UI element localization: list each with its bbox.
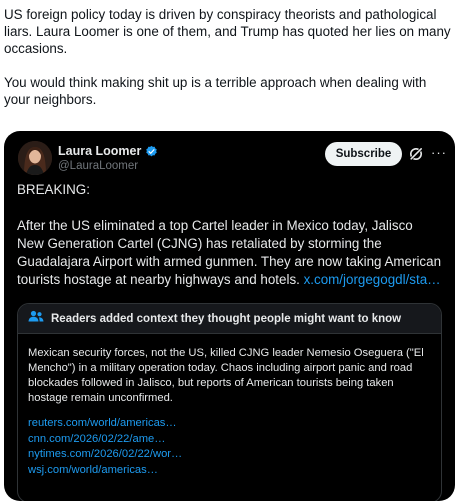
quoted-post-header: Laura Loomer @LauraLoomer Subscribe ··· (18, 141, 446, 177)
community-note-header[interactable]: Readers added context they thought peopl… (18, 304, 441, 334)
post-paragraph-1: US foreign policy today is driven by con… (4, 7, 451, 56)
subscribe-button[interactable]: Subscribe (325, 142, 402, 166)
avatar[interactable] (18, 141, 52, 175)
post-text: US foreign policy today is driven by con… (4, 6, 454, 125)
quoted-post-text: After the US eliminated a top Cartel lea… (17, 217, 442, 289)
post-paragraph-2: You would think making shit up is a terr… (4, 75, 427, 107)
quoted-post-card[interactable]: Laura Loomer @LauraLoomer Subscribe ··· … (4, 131, 455, 501)
community-note-title: Readers added context they thought peopl… (51, 312, 402, 325)
source-link[interactable]: cnn.com/2026/02/22/ame… (28, 432, 431, 448)
community-note-text: Mexican security forces, not the US, kil… (28, 347, 424, 404)
source-link[interactable]: wsj.com/world/americas… (28, 463, 431, 479)
community-note-sources: reuters.com/world/americas… cnn.com/2026… (18, 406, 441, 478)
source-link[interactable]: reuters.com/world/americas… (28, 416, 431, 432)
source-link[interactable]: nytimes.com/2026/02/22/wor… (28, 447, 431, 463)
handle[interactable]: @LauraLoomer (58, 160, 138, 172)
people-icon (28, 310, 44, 328)
verified-badge-icon (145, 145, 158, 158)
breaking-label: BREAKING: (17, 182, 90, 197)
quoted-post-body: BREAKING: After the US eliminated a top … (17, 181, 442, 307)
community-note: Readers added context they thought peopl… (17, 303, 442, 501)
grok-icon[interactable] (408, 146, 424, 162)
quoted-post-link[interactable]: x.com/jorgegogdl/sta… (304, 272, 441, 287)
display-name[interactable]: Laura Loomer (58, 144, 141, 158)
more-icon[interactable]: ··· (431, 145, 447, 160)
